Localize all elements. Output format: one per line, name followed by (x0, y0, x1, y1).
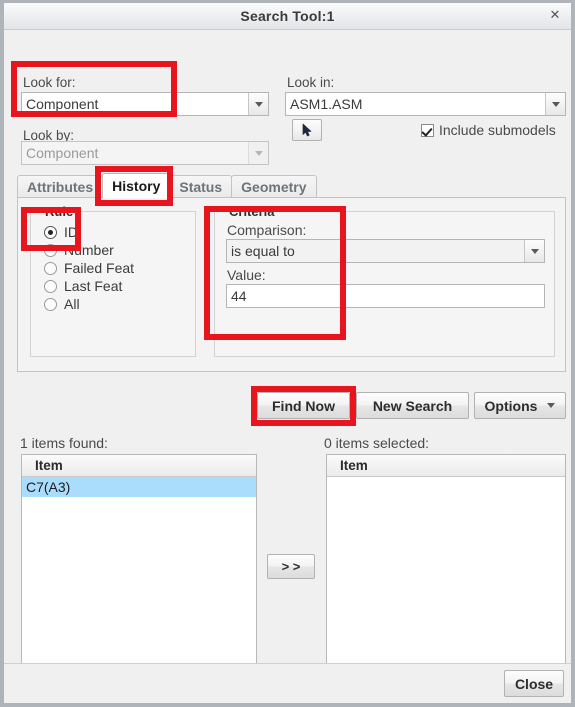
rule-group: Rule ID Number Failed Feat Last Feat All (30, 204, 196, 357)
radio-id-indicator[interactable] (44, 225, 57, 239)
options-button[interactable]: Options (474, 392, 566, 419)
search-tool-window: Search Tool:1 ✕ Look for: Component Look… (0, 0, 575, 707)
look-in-chevron-down-icon[interactable] (545, 93, 565, 115)
radio-rule-all[interactable]: All (44, 296, 80, 312)
comparison-combo[interactable]: is equal to (226, 239, 545, 263)
radio-id-label: ID (64, 224, 78, 240)
tab-history-label: History (112, 178, 161, 194)
value-input[interactable]: 44 (226, 284, 545, 308)
value-label: Value: (227, 267, 266, 283)
list-item[interactable]: C7(A3) (22, 477, 256, 497)
comparison-chevron-down-icon[interactable] (524, 240, 544, 262)
items-selected-label: 0 items selected: (324, 435, 430, 451)
radio-rule-id[interactable]: ID (44, 224, 78, 240)
dialog-footer: Close (4, 663, 571, 703)
dialog-body: Look for: Component Look in: ASM1.ASM Lo… (4, 30, 571, 703)
new-search-button[interactable]: New Search (356, 392, 469, 419)
radio-all-indicator[interactable] (44, 297, 57, 311)
radio-rule-number[interactable]: Number (44, 242, 114, 258)
move-to-selected-button[interactable]: > > (267, 554, 315, 579)
include-submodels-row[interactable]: Include submodels (421, 122, 556, 138)
history-tab-panel: Rule ID Number Failed Feat Last Feat All… (17, 197, 566, 372)
tab-status-label: Status (179, 179, 223, 195)
rule-group-title: Rule (41, 204, 78, 219)
tab-status[interactable]: Status (169, 175, 233, 198)
criteria-group: Criteria Comparison: is equal to Value: … (214, 204, 555, 357)
radio-all-label: All (64, 296, 80, 312)
close-x-icon[interactable]: ✕ (547, 7, 563, 23)
pick-from-model-button[interactable] (292, 119, 322, 141)
mouse-pointer-icon (302, 123, 311, 137)
tab-strip: Attributes History Status Geometry (17, 173, 566, 198)
look-by-chevron-down-icon (248, 142, 268, 164)
radio-failed-feat-indicator[interactable] (44, 261, 57, 275)
window-title: Search Tool:1 (240, 8, 335, 24)
items-found-label: 1 items found: (20, 435, 108, 451)
found-items-column-header: Item (22, 455, 256, 477)
new-search-label: New Search (372, 397, 453, 414)
radio-rule-last-feat[interactable]: Last Feat (44, 278, 122, 294)
tab-attributes[interactable]: Attributes (17, 175, 104, 198)
close-button[interactable]: Close (504, 670, 564, 697)
tab-history[interactable]: History (102, 173, 171, 198)
window-titlebar: Search Tool:1 ✕ (4, 3, 571, 30)
tab-attributes-label: Attributes (27, 179, 94, 195)
radio-last-feat-label: Last Feat (64, 278, 123, 294)
radio-rule-failed-feat[interactable]: Failed Feat (44, 260, 134, 276)
look-for-value: Component (26, 96, 99, 112)
tab-geometry-label: Geometry (241, 179, 307, 195)
selected-items-column-header: Item (327, 455, 565, 477)
find-now-label: Find Now (272, 397, 335, 414)
look-for-combo[interactable]: Component (21, 92, 269, 116)
look-by-value: Component (26, 145, 99, 161)
tab-geometry[interactable]: Geometry (231, 175, 317, 198)
radio-number-indicator[interactable] (44, 243, 57, 257)
look-for-label: Look for: (23, 75, 76, 90)
options-label: Options (484, 397, 538, 414)
radio-number-label: Number (64, 242, 114, 258)
radio-last-feat-indicator[interactable] (44, 279, 57, 293)
include-submodels-checkbox[interactable] (421, 123, 434, 137)
radio-failed-feat-label: Failed Feat (64, 260, 135, 276)
criteria-group-title: Criteria (225, 204, 279, 219)
find-now-button[interactable]: Find Now (257, 392, 350, 419)
comparison-value: is equal to (231, 243, 295, 259)
move-to-selected-label: > > (281, 559, 301, 574)
comparison-label: Comparison: (227, 222, 307, 238)
look-in-combo[interactable]: ASM1.ASM (285, 92, 566, 116)
include-submodels-label: Include submodels (439, 122, 556, 138)
look-by-combo: Component (21, 141, 269, 165)
look-in-label: Look in: (287, 75, 335, 90)
look-in-value: ASM1.ASM (290, 96, 363, 112)
close-button-label: Close (514, 675, 554, 692)
options-chevron-down-icon[interactable] (547, 403, 556, 408)
look-for-chevron-down-icon[interactable] (248, 93, 268, 115)
